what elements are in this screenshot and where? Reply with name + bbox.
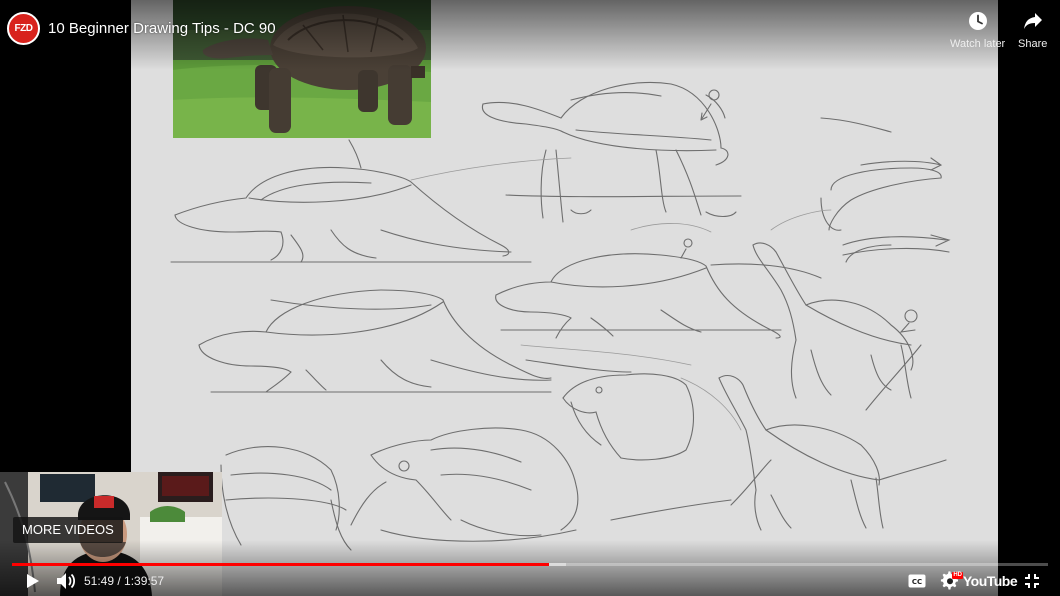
more-videos-button[interactable]: MORE VIDEOS [13, 517, 123, 543]
sketch-tortoise-bottom-right [718, 375, 947, 531]
subtitles-button[interactable]: CC [906, 570, 928, 592]
watch-later-button[interactable]: Watch later [950, 10, 1005, 50]
share-button[interactable]: Share [1018, 10, 1047, 50]
exit-fullscreen-icon [1025, 574, 1039, 588]
hd-badge: HD [952, 572, 963, 579]
gear-icon: HD [940, 571, 963, 591]
video-player[interactable]: FZD 10 Beginner Drawing Tips - DC 90 Wat… [0, 0, 1060, 596]
channel-avatar[interactable]: FZD [7, 12, 40, 45]
sketch-turtle-mid-center [495, 238, 822, 339]
cc-icon: CC [908, 574, 926, 588]
watch-later-label: Watch later [950, 38, 1006, 50]
sketch-bottom-group [220, 427, 732, 551]
video-title-link[interactable]: 10 Beginner Drawing Tips - DC 90 [48, 20, 276, 37]
svg-text:CC: CC [912, 578, 922, 586]
sketch-curve-studies [820, 117, 951, 263]
channel-logo-text: FZD [14, 23, 33, 34]
sketch-head-study [525, 359, 694, 461]
sketch-turtle-left [170, 139, 532, 263]
youtube-logo-link[interactable]: YouTube [963, 570, 1018, 592]
clock-icon [967, 10, 989, 32]
settings-button[interactable]: HD [938, 570, 963, 592]
exit-fullscreen-button[interactable] [1022, 570, 1042, 592]
sketch-guidelines [410, 157, 832, 431]
sketch-turtle-mid-left [198, 289, 552, 393]
play-button[interactable] [22, 570, 44, 592]
progress-bar[interactable] [12, 563, 1048, 566]
share-arrow-icon [1022, 10, 1044, 32]
play-icon [27, 574, 39, 588]
share-label: Share [1018, 38, 1048, 50]
sketch-tortoise-right [752, 242, 922, 411]
time-display: 51:49 / 1:39:57 [84, 574, 165, 588]
volume-button[interactable] [55, 570, 77, 592]
sketch-tortoise-top [481, 81, 742, 223]
progress-played [12, 563, 550, 566]
volume-icon [57, 573, 76, 589]
